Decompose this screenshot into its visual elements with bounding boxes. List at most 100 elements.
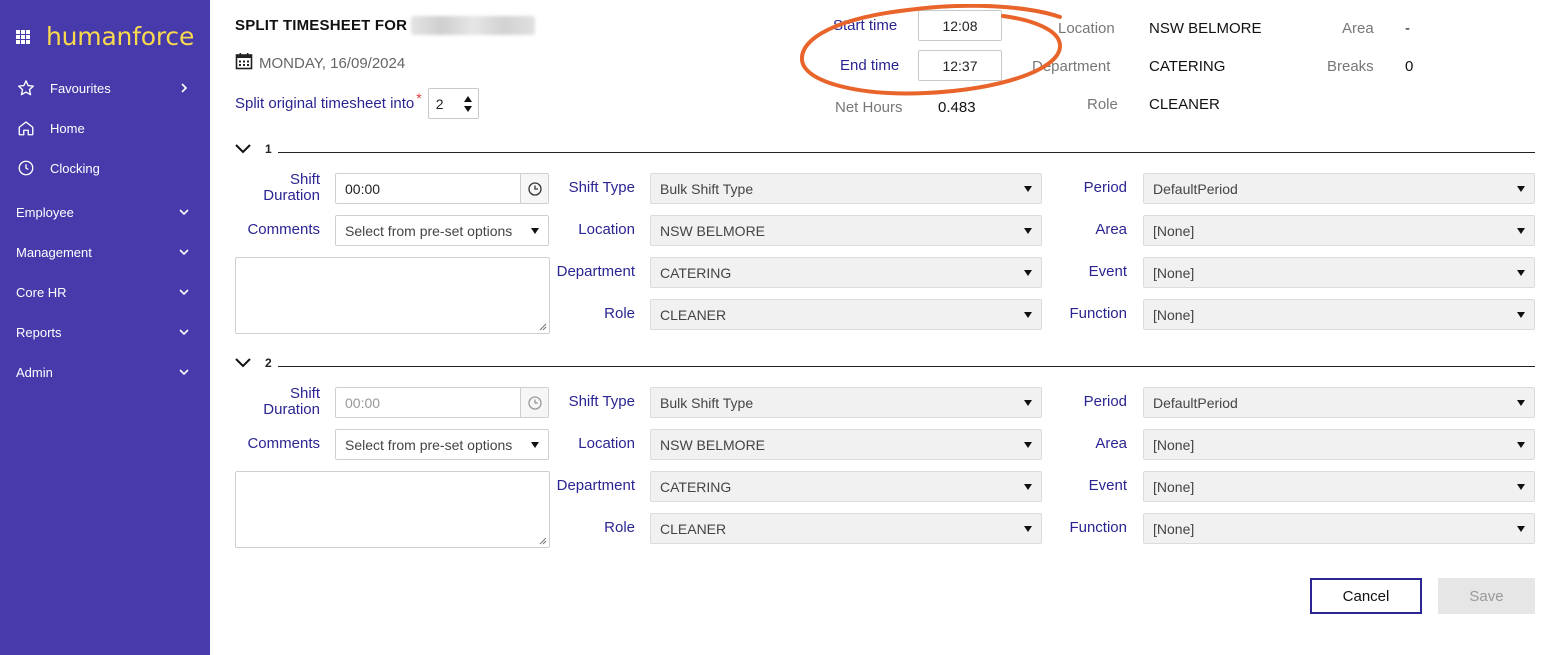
dropdown-arrow-icon	[531, 442, 539, 448]
sidebar-item-home[interactable]: Home	[0, 108, 210, 148]
sidebar-item-reports[interactable]: Reports	[0, 312, 210, 352]
sidebar: humanforce Favourites Home Clocking Empl…	[0, 0, 210, 655]
breaks-label: Breaks	[1327, 58, 1374, 75]
shift-type-select[interactable]: Bulk Shift Type	[650, 387, 1042, 418]
increment-arrow-icon[interactable]	[463, 95, 472, 102]
role-label: Role	[604, 519, 635, 536]
chevron-down-icon	[178, 206, 190, 218]
split-count-value[interactable]: 2	[429, 96, 458, 112]
humanforce-logo[interactable]: humanforce	[46, 22, 194, 51]
sidebar-item-management[interactable]: Management	[0, 232, 210, 272]
role-label: Role	[1087, 96, 1118, 113]
decrement-arrow-icon[interactable]	[463, 105, 472, 112]
comments-select[interactable]: Select from pre-set options	[335, 429, 549, 460]
dropdown-arrow-icon	[1024, 484, 1032, 490]
sidebar-item-core-hr[interactable]: Core HR	[0, 272, 210, 312]
stepper-arrows[interactable]	[458, 95, 478, 112]
chevron-down-icon[interactable]	[235, 358, 251, 368]
location-select[interactable]: NSW BELMORE	[650, 215, 1042, 246]
comments-textarea[interactable]	[235, 471, 550, 548]
role-value: CLEANER	[1149, 96, 1220, 113]
net-hours-value: 0.483	[938, 99, 976, 116]
brand: humanforce	[16, 22, 194, 51]
area-select[interactable]: [None]	[1143, 429, 1535, 460]
dropdown-arrow-icon	[1024, 526, 1032, 532]
role-select[interactable]: CLEANER	[650, 513, 1042, 544]
resize-grip-icon[interactable]	[539, 323, 547, 331]
chevron-down-icon	[178, 366, 190, 378]
function-value: [None]	[1153, 306, 1195, 323]
section-1-header[interactable]: 1	[235, 142, 1535, 156]
section-divider	[277, 151, 1535, 153]
save-button[interactable]: Save	[1438, 578, 1535, 614]
dropdown-arrow-icon	[1517, 484, 1525, 490]
location-label: Location	[578, 435, 635, 452]
shift-duration-label-line1: Shift	[289, 171, 320, 188]
location-label: Location	[1058, 20, 1115, 37]
end-time-field[interactable]: 12:37	[918, 50, 1002, 81]
function-label: Function	[1069, 519, 1127, 536]
section-divider	[277, 365, 1535, 367]
cancel-button[interactable]: Cancel	[1310, 578, 1422, 614]
function-select[interactable]: [None]	[1143, 513, 1535, 544]
sidebar-item-employee[interactable]: Employee	[0, 192, 210, 232]
department-value: CATERING	[660, 264, 732, 281]
department-select[interactable]: CATERING	[650, 257, 1042, 288]
dropdown-arrow-icon	[1024, 312, 1032, 318]
function-value: [None]	[1153, 520, 1195, 537]
shift-duration-label-line2: Duration	[263, 187, 320, 204]
sidebar-item-clocking[interactable]: Clocking	[0, 148, 210, 188]
shift-duration-value: 00:00	[345, 394, 381, 411]
split-count-stepper[interactable]: 2	[427, 88, 479, 119]
period-label: Period	[1083, 393, 1127, 410]
dropdown-arrow-icon	[1024, 442, 1032, 448]
period-value: DefaultPeriod	[1153, 394, 1238, 411]
shift-duration-label: Shift Duration	[248, 172, 320, 204]
event-select[interactable]: [None]	[1143, 471, 1535, 502]
shift-duration-value[interactable]: 00:00	[336, 181, 520, 197]
shift-type-value: Bulk Shift Type	[660, 394, 754, 411]
start-time-field[interactable]: 12:08	[918, 10, 1002, 41]
shift-duration-input: 00:00	[335, 387, 549, 418]
comments-select-value: Select from pre-set options	[345, 222, 513, 239]
dropdown-arrow-icon	[531, 228, 539, 234]
chevron-right-icon	[178, 82, 190, 94]
role-value: CLEANER	[660, 306, 727, 323]
shift-type-value: Bulk Shift Type	[660, 180, 754, 197]
department-select[interactable]: CATERING	[650, 471, 1042, 502]
sidebar-item-label: Reports	[16, 324, 62, 340]
sidebar-item-favourites[interactable]: Favourites	[0, 68, 210, 108]
role-select[interactable]: CLEANER	[650, 299, 1042, 330]
comments-select[interactable]: Select from pre-set options	[335, 215, 549, 246]
clock-icon[interactable]	[520, 174, 548, 203]
start-time-label: Start time	[833, 17, 898, 34]
event-select[interactable]: [None]	[1143, 257, 1535, 288]
section-2-header[interactable]: 2	[235, 356, 1535, 370]
chevron-down-icon[interactable]	[235, 144, 251, 154]
star-icon	[16, 78, 36, 98]
redacted-employee-name	[411, 16, 535, 35]
dropdown-arrow-icon	[1517, 442, 1525, 448]
shift-type-select[interactable]: Bulk Shift Type	[650, 173, 1042, 204]
sidebar-item-admin[interactable]: Admin	[0, 352, 210, 392]
resize-grip-icon[interactable]	[539, 537, 547, 545]
role-label: Role	[604, 305, 635, 322]
dropdown-arrow-icon	[1024, 228, 1032, 234]
period-select[interactable]: DefaultPeriod	[1143, 173, 1535, 204]
period-select[interactable]: DefaultPeriod	[1143, 387, 1535, 418]
area-select[interactable]: [None]	[1143, 215, 1535, 246]
shift-duration-input[interactable]: 00:00	[335, 173, 549, 204]
shift-type-label: Shift Type	[568, 393, 635, 410]
area-label: Area	[1095, 435, 1127, 452]
function-select[interactable]: [None]	[1143, 299, 1535, 330]
apps-grid-icon[interactable]	[16, 29, 30, 44]
location-value: NSW BELMORE	[1149, 20, 1262, 37]
location-select[interactable]: NSW BELMORE	[650, 429, 1042, 460]
comments-textarea[interactable]	[235, 257, 550, 334]
home-icon	[16, 118, 36, 138]
comments-label: Comments	[247, 435, 320, 452]
department-value: CATERING	[1149, 58, 1226, 75]
function-label: Function	[1069, 305, 1127, 322]
net-hours-label: Net Hours	[835, 99, 903, 116]
chevron-down-icon	[178, 286, 190, 298]
